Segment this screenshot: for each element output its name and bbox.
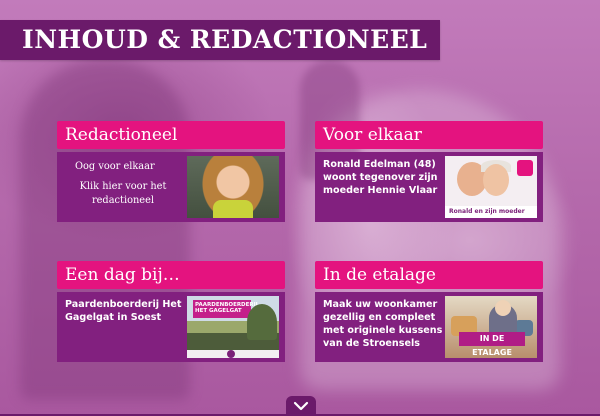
card-in-de-etalage[interactable]: In de etalage Maak uw woonkamer gezellig… — [315, 261, 543, 362]
card-text[interactable]: Paardenboerderij Het Gagelgat in Soest — [65, 298, 185, 324]
chevron-down-icon — [293, 401, 309, 411]
card-body[interactable]: Ronald Edelman (48) woont tegenover zijn… — [315, 152, 543, 222]
scroll-down-button[interactable] — [286, 396, 316, 416]
thumbnail-caption: Ronald en zijn moeder — [445, 206, 537, 218]
card-text-line1: Oog voor elkaar — [75, 161, 155, 172]
card-text[interactable]: Maak uw woonkamer gezellig en compleet m… — [323, 298, 443, 350]
card-redactioneel[interactable]: Redactioneel Oog voor elkaar Klik hier v… — [57, 121, 285, 222]
card-title[interactable]: In de etalage — [315, 261, 543, 289]
card-voor-elkaar[interactable]: Voor elkaar Ronald Edelman (48) woont te… — [315, 121, 543, 222]
portrait-thumbnail[interactable] — [187, 156, 279, 218]
thumbnail-band-text: PAARDENBOERDERIJ HET GAGELGAT — [193, 300, 258, 318]
card-body[interactable]: Oog voor elkaar Klik hier voor het redac… — [57, 152, 285, 222]
card-title[interactable]: Voor elkaar — [315, 121, 543, 149]
card-een-dag-bij[interactable]: Een dag bij… Paardenboerderij Het Gagelg… — [57, 261, 285, 362]
article-thumbnail[interactable]: PAARDENBOERDERIJ HET GAGELGAT — [187, 296, 279, 358]
card-text[interactable]: Ronald Edelman (48) woont tegenover zijn… — [323, 158, 443, 197]
page-header: INHOUD & REDACTIONEEL — [0, 20, 440, 60]
magazine-logo-icon — [517, 160, 533, 176]
page-title: INHOUD & REDACTIONEEL — [22, 25, 428, 54]
card-text-line2[interactable]: Klik hier voor het redactioneel — [80, 181, 167, 206]
card-body[interactable]: Maak uw woonkamer gezellig en compleet m… — [315, 292, 543, 362]
article-thumbnail[interactable]: Ronald en zijn moeder — [445, 156, 537, 218]
card-title[interactable]: Redactioneel — [57, 121, 285, 149]
article-thumbnail[interactable]: IN DE ETALAGE — [445, 296, 537, 358]
thumbnail-band-text: IN DE ETALAGE — [459, 332, 525, 357]
card-title[interactable]: Een dag bij… — [57, 261, 285, 289]
card-body[interactable]: Paardenboerderij Het Gagelgat in Soest P… — [57, 292, 285, 362]
card-text[interactable]: Oog voor elkaar Klik hier voor het redac… — [63, 160, 183, 208]
